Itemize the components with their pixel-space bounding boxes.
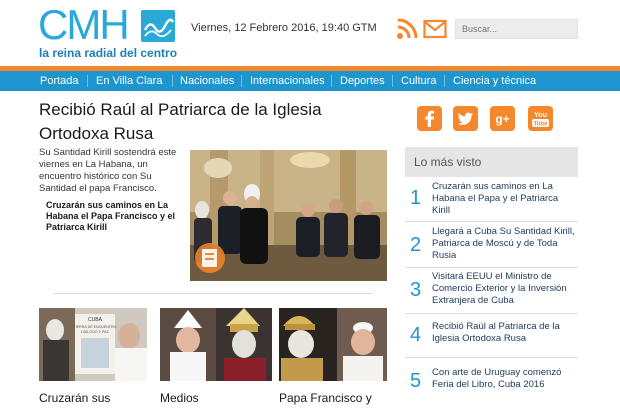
most-viewed-number: 5	[410, 370, 422, 392]
logo-tagline: la reina radial del centro	[39, 46, 178, 60]
nav-separator	[241, 75, 242, 87]
google-plus-icon[interactable]: g+	[490, 106, 515, 131]
article-lead: Su Santidad Kirill sostendrá este vierne…	[39, 147, 177, 194]
nav-item-en-villa-clara[interactable]: En Villa Clara	[96, 71, 162, 91]
main-nav: Portada En Villa Clara Nacionales Intern…	[0, 71, 620, 91]
most-viewed-item-4[interactable]: 4 Recibió Raúl al Patriarca de la Iglesi…	[405, 321, 578, 351]
youtube-label-top: You	[534, 112, 547, 119]
most-viewed-number: 1	[410, 187, 422, 209]
most-viewed-item-2[interactable]: 2 Llegará a Cuba Su Santidad Kirill, Pat…	[405, 226, 578, 266]
most-viewed-separator	[405, 221, 578, 222]
nav-separator	[87, 75, 88, 87]
facebook-icon[interactable]	[417, 106, 442, 131]
most-viewed-separator	[405, 357, 578, 358]
logo-letters: CMH	[38, 1, 130, 48]
nav-item-nacionales[interactable]: Nacionales	[180, 71, 234, 91]
page: CMH la reina radial del centro Viernes, …	[0, 0, 620, 410]
most-viewed-item-1[interactable]: 1 Cruzarán sus caminos en La Habana el P…	[405, 181, 578, 221]
nav-item-ciencia-y-tecnica[interactable]: Ciencia y técnica	[453, 71, 536, 91]
logo-wave-badge	[141, 10, 175, 42]
mail-icon[interactable]	[423, 18, 447, 40]
most-viewed-link[interactable]: Llegará a Cuba Su Santidad Kirill, Patri…	[432, 226, 576, 262]
most-viewed-link[interactable]: Con arte de Uruguay comenzó Feria del Li…	[432, 367, 576, 391]
poster-line-3: DIÁLOGO Y PAZ	[81, 330, 109, 334]
rss-icon[interactable]	[396, 18, 420, 40]
site-header: CMH la reina radial del centro Viernes, …	[0, 0, 620, 66]
nav-separator	[331, 75, 332, 87]
current-date: Viernes, 12 Febrero 2016, 19:40 GTM	[191, 22, 377, 34]
most-viewed-link[interactable]: Visitará EEUU el Ministro de Comercio Ex…	[432, 271, 576, 307]
thumbnail-1[interactable]: CUBA TIERRA DE ENCUENTRO DIÁLOGO Y PAZ	[39, 308, 147, 381]
site-logo[interactable]: CMH la reina radial del centro	[38, 2, 188, 62]
main-headline[interactable]: Recibió Raúl al Patriarca de la Iglesia …	[39, 98, 389, 146]
thumbnail-3-title[interactable]: Papa Francisco y	[279, 391, 372, 405]
poster-line-1: CUBA	[88, 317, 103, 323]
nav-separator	[392, 75, 393, 87]
nav-item-internacionales[interactable]: Internacionales	[250, 71, 325, 91]
most-viewed-number: 4	[410, 324, 422, 346]
google-plus-label: g+	[495, 112, 509, 126]
nav-separator	[444, 75, 445, 87]
most-viewed-item-5[interactable]: 5 Con arte de Uruguay comenzó Feria del …	[405, 367, 578, 397]
thumbnail-2-title[interactable]: Medios	[160, 391, 199, 405]
most-viewed-link[interactable]: Cruzarán sus caminos en La Habana el Pap…	[432, 181, 576, 217]
most-viewed-link[interactable]: Recibió Raúl al Patriarca de la Iglesia …	[432, 321, 576, 345]
youtube-label-bottom: Tube	[534, 122, 549, 128]
most-viewed-number: 3	[410, 279, 422, 301]
most-viewed-item-3[interactable]: 3 Visitará EEUU el Ministro de Comercio …	[405, 271, 578, 311]
main-article-photo[interactable]	[190, 150, 387, 281]
search-input[interactable]	[455, 19, 578, 39]
related-article-link[interactable]: Cruzarán sus caminos en La Habana el Pap…	[46, 200, 186, 233]
wave-icon	[143, 18, 175, 38]
thumbnail-2[interactable]	[160, 308, 272, 381]
thumbnail-1-title[interactable]: Cruzarán sus	[39, 391, 110, 405]
most-viewed-header: Lo más visto	[405, 147, 578, 177]
nav-separator	[172, 75, 173, 87]
nav-item-deportes[interactable]: Deportes	[340, 71, 385, 91]
poster-line-2: TIERRA DE ENCUENTRO	[74, 325, 117, 329]
most-viewed-separator	[405, 267, 578, 268]
nav-item-portada[interactable]: Portada	[40, 71, 79, 91]
section-divider	[54, 293, 372, 294]
most-viewed-title: Lo más visto	[414, 155, 482, 169]
most-viewed-number: 2	[410, 234, 422, 256]
twitter-icon[interactable]	[453, 106, 478, 131]
thumbnail-3[interactable]	[279, 308, 387, 381]
most-viewed-separator	[405, 313, 578, 314]
nav-item-cultura[interactable]: Cultura	[401, 71, 436, 91]
youtube-icon[interactable]: You Tube	[528, 106, 553, 131]
